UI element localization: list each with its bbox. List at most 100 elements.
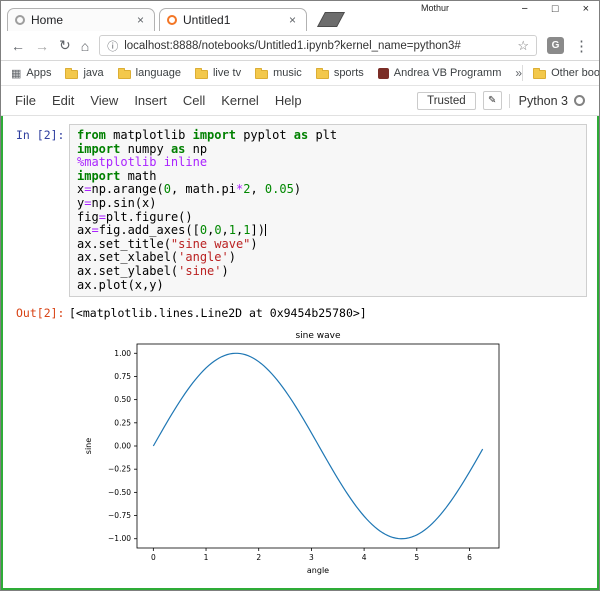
reload-icon[interactable]: ↻ [59, 37, 71, 54]
y-tick-label: −1.00 [108, 534, 131, 543]
browser-window: Mothur − □ × Home × Untitled1 × ← → ↻ ⌂ [0, 0, 600, 591]
menu-edit[interactable]: Edit [52, 93, 74, 108]
bookmark-folder-java[interactable]: java [65, 67, 103, 79]
bookmark-folder-sports[interactable]: sports [316, 67, 364, 79]
y-tick-label: 1.00 [114, 349, 131, 358]
x-axis-label: angle [307, 566, 329, 575]
bookmark-label: Andrea VB Programm [394, 67, 502, 79]
code-line: ax.set_title("sine wave") [77, 238, 579, 252]
axes-frame [137, 344, 499, 548]
url-text: localhost:8888/notebooks/Untitled1.ipynb… [124, 40, 511, 52]
folder-icon [65, 70, 78, 79]
y-tick-label: 0.25 [114, 418, 131, 427]
code-line: ax.set_xlabel('angle') [77, 251, 579, 265]
y-axis-label: sine [84, 438, 93, 454]
tab-home[interactable]: Home × [7, 8, 155, 31]
chrome-menu-icon[interactable]: ⋮ [574, 37, 589, 55]
text-cursor [265, 224, 266, 236]
home-icon[interactable]: ⌂ [81, 38, 89, 54]
menu-kernel[interactable]: Kernel [221, 93, 259, 108]
close-button[interactable]: × [583, 3, 589, 15]
sine-wave-chart: sine wave01234561.000.750.500.250.00−0.2… [79, 328, 519, 580]
output-text: [<matplotlib.lines.Line2D at 0x9454b2578… [69, 306, 367, 320]
kernel-status-icon [574, 95, 585, 106]
bookmark-folder-livetv[interactable]: live tv [195, 67, 241, 79]
kernel-name: Python 3 [519, 94, 568, 108]
bookmark-label: music [273, 67, 302, 79]
code-line: ax.plot(x,y) [77, 279, 579, 293]
x-tick-label: 1 [204, 553, 209, 562]
minimize-button[interactable]: − [521, 3, 527, 15]
window-title: Mothur [421, 3, 449, 13]
back-icon[interactable]: ← [11, 38, 25, 54]
code-line: import math [77, 170, 579, 184]
bookmark-label: language [136, 67, 181, 79]
home-tab-favicon-icon [15, 15, 25, 25]
pencil-icon: ✎ [488, 95, 496, 106]
bookmark-label: java [83, 67, 103, 79]
code-line: from matplotlib import pyplot as plt [77, 129, 579, 143]
figure-output: sine wave01234561.000.750.500.250.00−0.2… [79, 328, 597, 580]
code-editor[interactable]: from matplotlib import pyplot as pltimpo… [69, 124, 587, 297]
menu-cell[interactable]: Cell [183, 93, 205, 108]
tab-untitled1[interactable]: Untitled1 × [159, 8, 307, 31]
tab-label: Untitled1 [183, 13, 280, 27]
title-bar: Mothur − □ × Home × Untitled1 × [1, 1, 599, 31]
menu-help[interactable]: Help [275, 93, 302, 108]
chart-title: sine wave [295, 331, 340, 341]
menu-right-group: Trusted ✎ Python 3 [417, 91, 585, 110]
maximize-button[interactable]: □ [552, 3, 559, 15]
bookmarks-bar: ▦ Apps java language live tv music sport… [1, 61, 599, 86]
bookmarks-overflow-icon[interactable]: » [515, 66, 522, 80]
bookmark-apps[interactable]: ▦ Apps [11, 67, 51, 80]
tab-strip: Home × Untitled1 × [7, 8, 341, 31]
jupyter-favicon-icon [167, 15, 177, 25]
code-line: ax=fig.add_axes([0,0,1,1]) [77, 224, 579, 238]
bookmark-label: Other bookmarks [551, 67, 600, 79]
folder-icon [255, 70, 268, 79]
folder-icon [195, 70, 208, 79]
y-tick-label: −0.25 [108, 465, 131, 474]
y-tick-label: 0.75 [114, 372, 131, 381]
folder-icon [533, 70, 546, 79]
code-line: import numpy as np [77, 143, 579, 157]
code-cell: In [2]: from matplotlib import pyplot as… [3, 124, 597, 297]
folder-icon [118, 70, 131, 79]
output-prompt: Out[2]: [3, 306, 69, 320]
page-info-icon[interactable]: ⓘ [107, 38, 118, 54]
tab-close-icon[interactable]: × [286, 13, 299, 27]
extension-badge[interactable]: G [547, 37, 564, 54]
code-line: %matplotlib inline [77, 156, 579, 170]
url-input[interactable]: ⓘ localhost:8888/notebooks/Untitled1.ipy… [99, 35, 537, 56]
notebook-menu-bar: File Edit View Insert Cell Kernel Help T… [1, 86, 599, 116]
tab-close-icon[interactable]: × [134, 13, 147, 27]
bookmark-label: Apps [26, 67, 51, 79]
x-tick-label: 2 [256, 553, 261, 562]
new-tab-button[interactable] [317, 12, 345, 27]
bookmark-andrea-vb[interactable]: Andrea VB Programm [378, 67, 502, 79]
address-bar: ← → ↻ ⌂ ⓘ localhost:8888/notebooks/Untit… [1, 31, 599, 61]
code-line: ax.set_ylabel('sine') [77, 265, 579, 279]
folder-icon [316, 70, 329, 79]
y-tick-label: −0.50 [108, 488, 131, 497]
y-tick-label: 0.50 [114, 395, 131, 404]
bookmark-label: live tv [213, 67, 241, 79]
tab-label: Home [31, 13, 128, 27]
edit-mode-button[interactable]: ✎ [483, 91, 502, 110]
menu-view[interactable]: View [90, 93, 118, 108]
window-controls: − □ × [521, 3, 589, 15]
bookmark-folder-music[interactable]: music [255, 67, 302, 79]
apps-grid-icon: ▦ [11, 67, 21, 80]
input-prompt: In [2]: [3, 124, 69, 297]
x-tick-label: 0 [151, 553, 156, 562]
bookmark-folder-language[interactable]: language [118, 67, 181, 79]
menu-insert[interactable]: Insert [134, 93, 167, 108]
menu-file[interactable]: File [15, 93, 36, 108]
bookmark-star-icon[interactable]: ☆ [517, 38, 529, 54]
y-tick-label: 0.00 [114, 442, 131, 451]
x-tick-label: 6 [467, 553, 472, 562]
code-line: fig=plt.figure() [77, 211, 579, 225]
forward-icon[interactable]: → [35, 38, 49, 54]
trusted-button[interactable]: Trusted [417, 92, 476, 110]
other-bookmarks[interactable]: Other bookmarks [522, 65, 600, 81]
